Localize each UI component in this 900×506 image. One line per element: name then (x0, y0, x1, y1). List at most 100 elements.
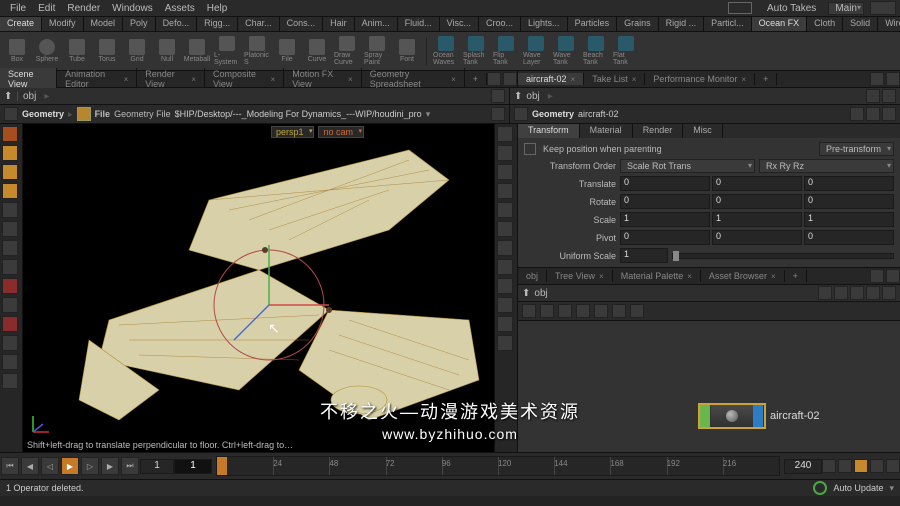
tool-torus[interactable]: Torus (94, 36, 120, 66)
prev-key-button[interactable]: ◀ (21, 457, 39, 475)
path-up-icon[interactable]: ⬆ (522, 288, 530, 299)
tool-font[interactable]: Font (394, 36, 420, 66)
display-option-icon[interactable] (497, 297, 513, 313)
net-tool-icon[interactable] (834, 286, 848, 300)
gear-icon[interactable] (514, 107, 528, 121)
info-icon[interactable] (882, 107, 896, 121)
tool-flat-tank[interactable]: Flat Tank (613, 36, 639, 66)
net-tool-icon[interactable] (612, 304, 626, 318)
subtab-misc[interactable]: Misc (683, 124, 723, 138)
shelf-tab[interactable]: Particl... (704, 17, 752, 31)
tx-field[interactable]: 0 (620, 176, 710, 191)
tab-perfmon[interactable]: Performance Monitor× (645, 73, 755, 85)
shelf-tab-oceanfx[interactable]: Ocean FX (752, 17, 808, 31)
display-option-icon[interactable] (497, 145, 513, 161)
timeline-option-icon[interactable] (870, 459, 884, 473)
tab-take-list[interactable]: Take List× (584, 73, 645, 85)
display-option-icon[interactable] (497, 164, 513, 180)
camera-selector[interactable]: no cam (318, 126, 364, 138)
tool-icon[interactable] (2, 240, 18, 256)
shelf-tab[interactable]: Fluid... (398, 17, 440, 31)
net-tool-icon[interactable] (540, 304, 554, 318)
py-field[interactable]: 0 (712, 230, 802, 245)
shelf-tab[interactable]: Grains (617, 17, 659, 31)
net-tool-icon[interactable] (576, 304, 590, 318)
gear-icon[interactable] (4, 107, 18, 121)
snap-icon[interactable] (2, 316, 18, 332)
net-tool-icon[interactable] (558, 304, 572, 318)
pane-menu-icon[interactable] (503, 72, 517, 86)
shelf-tab-create[interactable]: Create (0, 17, 42, 31)
close-icon[interactable]: × (741, 75, 746, 84)
pane-menu-icon[interactable] (487, 72, 501, 86)
rorder-dropdown[interactable]: Rx Ry Rz (759, 159, 894, 173)
tab-material-palette[interactable]: Material Palette× (613, 270, 701, 282)
scale-tool-icon[interactable] (2, 183, 18, 199)
tool-grid[interactable]: Grid (124, 36, 150, 66)
autotakes-checkbox[interactable] (728, 2, 752, 14)
pane-menu-icon[interactable] (886, 269, 900, 283)
tab-add[interactable]: + (465, 73, 487, 85)
shelf-tab[interactable]: Cloth (807, 17, 843, 31)
pretransform-dropdown[interactable]: Pre-transform (819, 142, 894, 156)
rotate-tool-icon[interactable] (2, 164, 18, 180)
key-icon[interactable] (854, 459, 868, 473)
tool-sphere[interactable]: Sphere (34, 36, 60, 66)
tab-asset-browser[interactable]: Asset Browser× (701, 270, 785, 282)
tool-platonic[interactable]: Platonic S (244, 36, 270, 66)
update-mode[interactable]: Auto Update (833, 483, 883, 493)
tab-composite[interactable]: Composite View× (205, 68, 284, 90)
tab-add[interactable]: + (755, 73, 777, 85)
ty-field[interactable]: 0 (712, 176, 802, 191)
select-tool-icon[interactable] (2, 126, 18, 142)
tool-null[interactable]: Null (154, 36, 180, 66)
net-tool-icon[interactable] (630, 304, 644, 318)
path-up-icon[interactable]: ⬆ (514, 91, 522, 102)
tool-icon[interactable] (2, 259, 18, 275)
sy-field[interactable]: 1 (712, 212, 802, 227)
net-tool-icon[interactable] (594, 304, 608, 318)
menu-help[interactable]: Help (201, 3, 234, 14)
display-flag[interactable] (700, 405, 711, 427)
playhead[interactable] (217, 457, 227, 475)
close-icon[interactable]: × (124, 75, 129, 84)
tab-anim-editor[interactable]: Animation Editor× (57, 68, 137, 90)
close-icon[interactable]: × (191, 75, 196, 84)
tab-scene-view[interactable]: Scene View (0, 68, 57, 90)
pin-icon[interactable] (882, 89, 896, 103)
ry-field[interactable]: 0 (712, 194, 802, 209)
pin-icon[interactable] (491, 89, 505, 103)
tool-icon[interactable] (2, 297, 18, 313)
tool-curve[interactable]: Curve (304, 36, 330, 66)
close-icon[interactable]: × (771, 272, 776, 281)
keep-pos-checkbox[interactable] (524, 143, 536, 155)
help-icon[interactable] (870, 1, 896, 15)
tool-lsystem[interactable]: L-System (214, 36, 240, 66)
net-tool-icon[interactable] (818, 286, 832, 300)
tab-tree-view[interactable]: Tree View× (547, 270, 613, 282)
net-tool-icon[interactable] (866, 286, 880, 300)
tab-motionfx[interactable]: Motion FX View× (284, 68, 361, 90)
geofile-path[interactable]: $HIP/Desktop/---_Modeling For Dynamics_-… (175, 109, 422, 119)
network-tab-main[interactable]: obj (518, 270, 547, 282)
tool-metaball[interactable]: Metaball (184, 36, 210, 66)
path-text[interactable]: obj (526, 91, 539, 102)
pane-menu-icon[interactable] (886, 72, 900, 86)
rz-field[interactable]: 0 (804, 194, 894, 209)
prev-frame-button[interactable]: ◁ (41, 457, 59, 475)
tab-geospreadsheet[interactable]: Geometry Spreadsheet× (362, 68, 465, 90)
tool-icon[interactable] (2, 354, 18, 370)
shelf-tab[interactable]: Poly (123, 17, 156, 31)
tool-spraypaint[interactable]: Spray Paint (364, 36, 390, 66)
net-tool-icon[interactable] (522, 304, 536, 318)
shelf-tab[interactable]: Croo... (479, 17, 521, 31)
gear-icon[interactable] (882, 286, 896, 300)
path-text[interactable]: obj (534, 288, 547, 299)
tool-icon[interactable] (2, 335, 18, 351)
start-frame-field[interactable]: 1 (140, 459, 174, 474)
tool-splash-tank[interactable]: Splash Tank (463, 36, 489, 66)
timeline-option-icon[interactable] (822, 459, 836, 473)
menu-windows[interactable]: Windows (106, 3, 159, 14)
node-aircraft[interactable]: aircraft-02 (698, 403, 820, 429)
tool-ocean-waves[interactable]: Ocean Waves (433, 36, 459, 66)
